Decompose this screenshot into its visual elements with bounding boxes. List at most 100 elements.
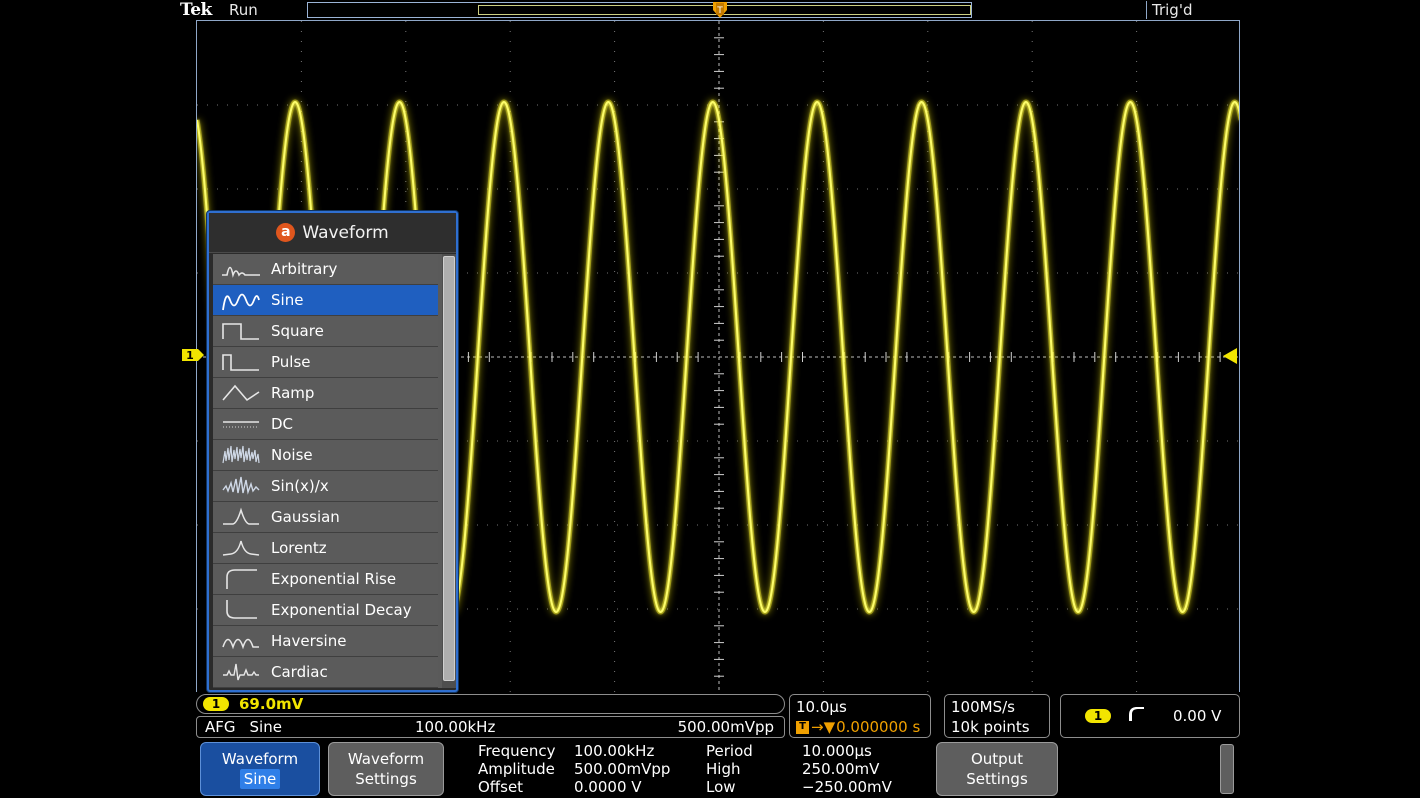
acquisition-run-state[interactable]: Run	[229, 1, 258, 19]
channel1-ground-marker[interactable]: 1	[182, 345, 204, 365]
waveform-item-ramp[interactable]: Ramp	[213, 378, 438, 409]
parameter-value: 250.00mV	[802, 760, 892, 778]
waveform-item-pulse[interactable]: Pulse	[213, 347, 438, 378]
cardiac-waveform-icon	[219, 659, 263, 685]
channel1-readout-badge[interactable]: 1 69.0mV	[196, 694, 785, 714]
arbitrary-waveform-icon	[219, 256, 263, 282]
parameter-value: −250.00mV	[802, 778, 892, 796]
waveform-item-label: DC	[271, 415, 293, 433]
afg-waveform-type: Sine	[250, 718, 282, 736]
waveform-item-haversine[interactable]: Haversine	[213, 626, 438, 657]
parameter-values-column-2: 10.000µs 250.00mV −250.00mV	[802, 742, 892, 796]
waveform-item-label: Noise	[271, 446, 313, 464]
afg-readout-badge[interactable]: AFG Sine 100.00kHz 500.00mVpp	[196, 716, 785, 738]
parameter-name: Frequency	[478, 742, 556, 760]
bottom-menu-scroll-handle[interactable]	[1220, 744, 1234, 794]
waveform-menu-title: Waveform	[302, 223, 388, 243]
waveform-button-title: Waveform	[222, 749, 298, 769]
rising-edge-icon	[1129, 705, 1145, 727]
horizontal-position-row: T →▼ 0.000000 s	[796, 717, 930, 737]
trigger-readout-badge[interactable]: 1 0.00 V	[1060, 694, 1240, 738]
parameter-value: 100.00kHz	[574, 742, 670, 760]
waveform-item-gaussian[interactable]: Gaussian	[213, 502, 438, 533]
lorentz-waveform-icon	[219, 535, 263, 561]
tek-logo: Tek	[180, 0, 212, 20]
waveform-item-exponential-decay[interactable]: Exponential Decay	[213, 595, 438, 626]
output-settings-line1: Output	[971, 749, 1023, 769]
waveform-item-label: Square	[271, 322, 324, 340]
waveform-selection-menu[interactable]: a Waveform Arbitrary Sine Square	[207, 211, 458, 692]
dc-waveform-icon	[219, 411, 263, 437]
bottom-menu-bar: Waveform Sine Waveform Settings Frequenc…	[196, 740, 1240, 798]
waveform-item-square[interactable]: Square	[213, 316, 438, 347]
parameter-value: 10.000µs	[802, 742, 892, 760]
horizontal-position-value: 0.000000 s	[836, 717, 920, 737]
waveform-item-label: Sin(x)/x	[271, 477, 329, 495]
waveform-settings-button[interactable]: Waveform Settings	[328, 742, 444, 796]
horizontal-scale: 10.0µs	[796, 697, 930, 717]
output-settings-button[interactable]: Output Settings	[936, 742, 1058, 796]
waveform-button[interactable]: Waveform Sine	[200, 742, 320, 796]
waveform-settings-line1: Waveform	[348, 749, 424, 769]
pulse-waveform-icon	[219, 349, 263, 375]
parameter-name: Offset	[478, 778, 556, 796]
waveform-item-label: Pulse	[271, 353, 311, 371]
parameter-value: 0.0000 V	[574, 778, 670, 796]
waveform-item-label: Arbitrary	[271, 260, 337, 278]
waveform-item-label: Lorentz	[271, 539, 327, 557]
afg-label: AFG	[205, 718, 236, 736]
waveform-settings-line2: Settings	[355, 769, 417, 789]
exponential-rise-waveform-icon	[219, 566, 263, 592]
waveform-item-label: Exponential Decay	[271, 601, 412, 619]
waveform-button-value: Sine	[240, 769, 280, 789]
svg-text:T: T	[716, 6, 723, 16]
acquisition-readout-badge[interactable]: 100MS/s 10k points	[944, 694, 1050, 738]
trigger-level-marker[interactable]	[1221, 347, 1239, 365]
horizontal-position-arrow-icon: →▼	[811, 717, 835, 737]
parameter-names-column-2: Period High Low	[706, 742, 753, 796]
trigger-source-badge: 1	[1085, 709, 1111, 723]
parameter-name: High	[706, 760, 753, 778]
square-waveform-icon	[219, 318, 263, 344]
waveform-item-label: Sine	[271, 291, 303, 309]
parameter-name: Period	[706, 742, 753, 760]
waveform-item-label: Haversine	[271, 632, 346, 650]
waveform-list-scroll-thumb[interactable]	[443, 256, 455, 681]
oscilloscope-screen: Tek Run T T Trig'd	[0, 0, 1420, 798]
svg-text:1: 1	[186, 349, 194, 362]
trigger-level-value: 0.00 V	[1173, 707, 1221, 725]
parameter-name: Amplitude	[478, 760, 556, 778]
waveform-item-label: Cardiac	[271, 663, 328, 681]
waveform-list[interactable]: Arbitrary Sine Square Pulse	[213, 254, 452, 688]
waveform-item-label: Gaussian	[271, 508, 340, 526]
exponential-decay-waveform-icon	[219, 597, 263, 623]
waveform-item-lorentz[interactable]: Lorentz	[213, 533, 438, 564]
gaussian-waveform-icon	[219, 504, 263, 530]
noise-waveform-icon	[219, 442, 263, 468]
haversine-waveform-icon	[219, 628, 263, 654]
sine-waveform-icon	[219, 287, 263, 313]
status-divider	[1146, 1, 1147, 19]
waveform-item-exponential-rise[interactable]: Exponential Rise	[213, 564, 438, 595]
waveform-item-label: Exponential Rise	[271, 570, 396, 588]
waveform-item-sine[interactable]: Sine	[213, 285, 438, 316]
waveform-item-label: Ramp	[271, 384, 314, 402]
waveform-menu-header: a Waveform	[209, 213, 456, 253]
channel1-vertical-scale: 69.0mV	[239, 695, 303, 713]
ramp-waveform-icon	[219, 380, 263, 406]
sample-rate: 100MS/s	[951, 697, 1049, 717]
record-length-bar[interactable]	[307, 2, 972, 18]
waveform-item-noise[interactable]: Noise	[213, 440, 438, 471]
sinc-waveform-icon	[219, 473, 263, 499]
trigger-point-icon: T	[796, 721, 809, 734]
waveform-item-cardiac[interactable]: Cardiac	[213, 657, 438, 688]
afg-channel-badge-icon: a	[276, 223, 295, 242]
horizontal-readout-badge[interactable]: 10.0µs T →▼ 0.000000 s	[789, 694, 931, 738]
waveform-item-arbitrary[interactable]: Arbitrary	[213, 254, 438, 285]
channel1-number-badge: 1	[203, 697, 229, 711]
afg-amplitude: 500.00mVpp	[678, 718, 774, 736]
parameter-value: 500.00mVpp	[574, 760, 670, 778]
waveform-item-dc[interactable]: DC	[213, 409, 438, 440]
trigger-status: Trig'd	[1152, 1, 1192, 19]
waveform-item-sinc[interactable]: Sin(x)/x	[213, 471, 438, 502]
